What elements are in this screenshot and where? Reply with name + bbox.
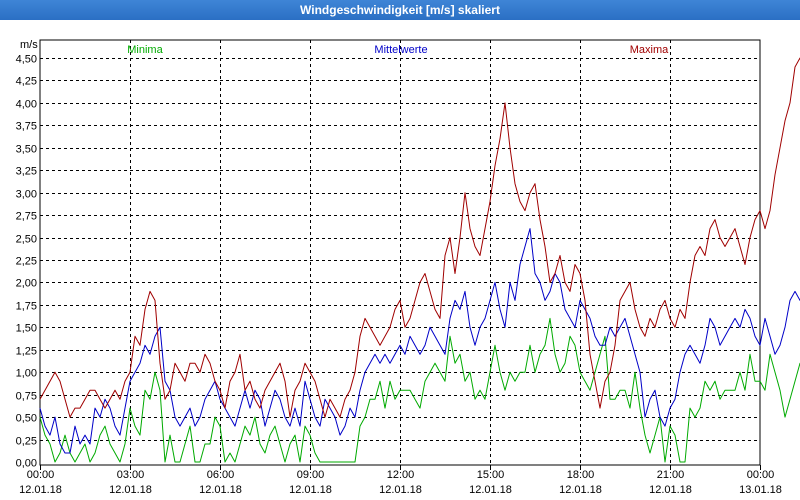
y-tick-label: 4,25	[16, 76, 37, 88]
legend-label-maxima: Maxima	[630, 44, 669, 56]
y-tick-label: 4,50	[16, 54, 37, 66]
y-tick-label: 0,50	[16, 413, 37, 425]
x-tick-date-label: 12.01.18	[199, 484, 242, 496]
x-tick-time-label: 00:00	[747, 469, 775, 481]
chart-window: Windgeschwindigkeit [m/s] skaliert 0,00 0…	[0, 0, 800, 500]
y-tick-label: 0,00	[16, 458, 37, 470]
x-tick-date-label: 12.01.18	[109, 484, 152, 496]
y-tick-label: 3,00	[16, 189, 37, 201]
y-tick-label: 4,00	[16, 99, 37, 111]
x-tick-time-label: 03:00	[117, 469, 145, 481]
y-tick-label: 1,50	[16, 323, 37, 335]
y-tick-label: 1,75	[16, 301, 37, 313]
y-tick-label: 2,25	[16, 256, 37, 268]
x-tick-time-label: 00:00	[27, 469, 55, 481]
y-tick-label: 2,00	[16, 278, 37, 290]
x-tick-time-label: 21:00	[657, 469, 685, 481]
x-tick-date-label: 12.01.18	[559, 484, 602, 496]
wind-speed-chart: 0,00 0,25 0,50 0,75 1,00 1,25 1,50 1,75 2,00 2,25…	[16, 39, 800, 496]
x-tick-date-label: 12.01.18	[19, 484, 62, 496]
y-tick-label: 2,75	[16, 211, 37, 223]
y-tick-label: 1,00	[16, 368, 37, 380]
x-tick-time-label: 06:00	[207, 469, 235, 481]
y-tick-label: 3,50	[16, 144, 37, 156]
y-tick-label: 2,50	[16, 234, 37, 246]
x-tick-time-label: 09:00	[297, 469, 325, 481]
x-tick-date-label: 12.01.18	[379, 484, 422, 496]
x-tick-time-label: 15:00	[477, 469, 505, 481]
y-tick-label: 0,25	[16, 436, 37, 448]
y-tick-label: 3,75	[16, 121, 37, 133]
x-tick-date-label: 13.01.18	[739, 484, 782, 496]
y-tick-label: 0,75	[16, 391, 37, 403]
x-tick-date-label: 12.01.18	[649, 484, 692, 496]
legend-label-minima: Minima	[127, 44, 163, 56]
y-axis-unit-label: m/s	[20, 39, 38, 51]
y-tick-label: 3,25	[16, 166, 37, 178]
chart-title: Windgeschwindigkeit [m/s] skaliert	[0, 0, 800, 20]
x-tick-time-label: 12:00	[387, 469, 415, 481]
legend-label-mittelwerte: Mittelwerte	[374, 44, 427, 56]
x-tick-date-label: 12.01.18	[469, 484, 512, 496]
x-tick-time-label: 18:00	[567, 469, 595, 481]
x-tick-date-label: 12.01.18	[289, 484, 332, 496]
y-tick-label: 1,25	[16, 346, 37, 358]
